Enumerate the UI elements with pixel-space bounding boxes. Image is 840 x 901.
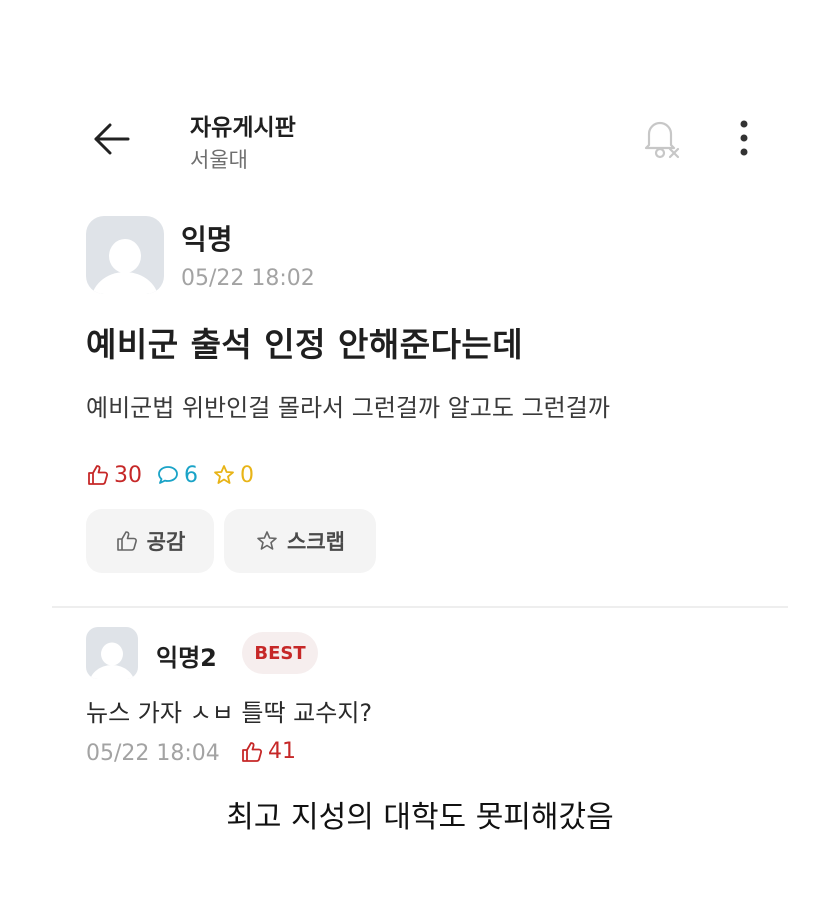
scrap-button-label: 스크랩 <box>287 530 345 554</box>
divider <box>52 606 788 608</box>
more-options-button[interactable] <box>726 116 762 160</box>
notification-toggle-button[interactable] <box>636 114 684 162</box>
star-icon <box>257 531 277 550</box>
star-icon <box>214 465 234 484</box>
back-button[interactable] <box>88 118 134 160</box>
like-button-label: 공감 <box>146 530 186 554</box>
bell-off-icon <box>644 121 680 159</box>
comment-count-value: 6 <box>184 462 198 488</box>
comment-time: 05/22 18:04 <box>86 741 220 766</box>
thumbs-up-icon <box>116 531 137 551</box>
thumbs-up-icon <box>88 465 109 485</box>
post-time: 05/22 18:02 <box>181 266 315 291</box>
post-title: 예비군 출석 인정 안해준다는데 <box>86 325 524 364</box>
like-button[interactable]: 공감 <box>86 509 214 573</box>
thumbs-up-icon <box>242 741 263 762</box>
scrap-count-value: 0 <box>240 462 254 488</box>
post-stats: 30 6 0 <box>86 460 268 490</box>
comment-count: 6 <box>156 463 198 488</box>
caption-text: 최고 지성의 대학도 못피해갔음 <box>226 800 614 835</box>
scrap-count: 0 <box>212 463 254 488</box>
arrow-left-icon <box>94 123 130 155</box>
comment-avatar <box>86 627 138 679</box>
scrap-button[interactable]: 스크랩 <box>224 509 376 573</box>
board-title: 자유게시판 <box>190 115 296 141</box>
best-badge: BEST <box>242 632 318 674</box>
like-count-value: 30 <box>114 462 142 488</box>
comment-author: 익명2 <box>156 644 217 672</box>
comment-like-count: 41 <box>268 739 296 764</box>
author-avatar <box>86 216 164 294</box>
post-body: 예비군법 위반인걸 몰라서 그런걸까 알고도 그런걸까 <box>86 394 610 422</box>
board-subtitle: 서울대 <box>190 148 248 172</box>
like-count: 30 <box>86 463 142 488</box>
comment-like-button[interactable]: 41 <box>240 739 296 764</box>
comment-bubble-icon <box>158 466 178 484</box>
more-vertical-icon <box>740 120 748 156</box>
author-name: 익명 <box>181 223 233 256</box>
comment-text: 뉴스 가자 ㅅㅂ 틀딱 교수지? <box>86 699 373 727</box>
